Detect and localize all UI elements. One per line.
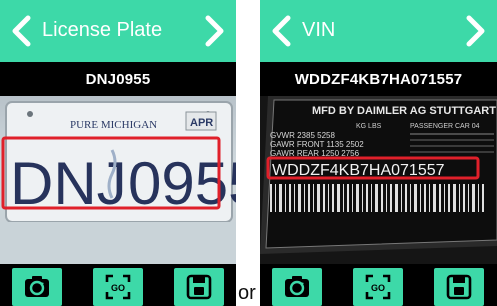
save-icon [446, 274, 472, 300]
scan-button[interactable]: GO [353, 268, 403, 306]
app-header: VIN [260, 0, 497, 62]
label-side: PASSENGER CAR 04 [410, 123, 480, 130]
mode-title: VIN [302, 19, 336, 41]
rotate-camera-icon [285, 276, 309, 297]
plate-state: PURE MICHIGAN [70, 119, 157, 131]
chevron-right-icon[interactable] [461, 13, 491, 49]
recognized-text: DNJ0955 [85, 70, 151, 88]
separator-text: or [238, 282, 256, 304]
rotate-camera-button[interactable] [12, 268, 62, 306]
svg-text:GO: GO [371, 283, 385, 293]
result-bar: WDDZF4KB7HA071557 [260, 62, 497, 96]
recognized-text: WDDZF4KB7HA071557 [294, 70, 463, 88]
rotate-camera-button[interactable] [272, 268, 322, 306]
label-row-1: GVWR 2385 5258 [270, 131, 335, 140]
bottom-toolbar: GO [0, 264, 236, 306]
save-button[interactable] [434, 268, 484, 306]
vin-label-image: MFD BY DAIMLER AG STUTTGART KG LBS PASSE… [260, 96, 497, 264]
result-bar: DNJ0955 [0, 62, 236, 96]
chevron-left-icon[interactable] [266, 13, 296, 49]
scan-go-icon: GO [105, 274, 131, 300]
save-button[interactable] [174, 268, 224, 306]
plate-month: APR [190, 117, 213, 129]
scan-go-icon: GO [365, 274, 391, 300]
bottom-toolbar: GO [260, 264, 497, 306]
label-units: KG LBS [356, 123, 382, 130]
license-plate-screen: License Plate DNJ0955 PURE MICHIGAN APR … [0, 0, 236, 306]
app-header: License Plate [0, 0, 236, 62]
label-header: MFD BY DAIMLER AG STUTTGART [312, 105, 496, 117]
camera-preview: PURE MICHIGAN APR DNJ 0955 [0, 96, 236, 264]
camera-preview: MFD BY DAIMLER AG STUTTGART KG LBS PASSE… [260, 96, 497, 264]
save-icon [186, 274, 212, 300]
license-plate-image: PURE MICHIGAN APR DNJ 0955 [0, 101, 236, 264]
label-vin: WDDZF4KB7HA071557 [272, 162, 445, 179]
scan-button[interactable]: GO [93, 268, 143, 306]
rotate-camera-icon [25, 276, 49, 297]
chevron-right-icon[interactable] [200, 13, 230, 49]
mode-title: License Plate [42, 19, 163, 41]
svg-text:GO: GO [111, 283, 125, 293]
vin-screen: VIN WDDZF4KB7HA071557 MFD BY DAIMLER AG … [260, 0, 497, 306]
label-row-2: GAWR FRONT 1135 2502 [270, 140, 364, 149]
chevron-left-icon[interactable] [6, 13, 36, 49]
